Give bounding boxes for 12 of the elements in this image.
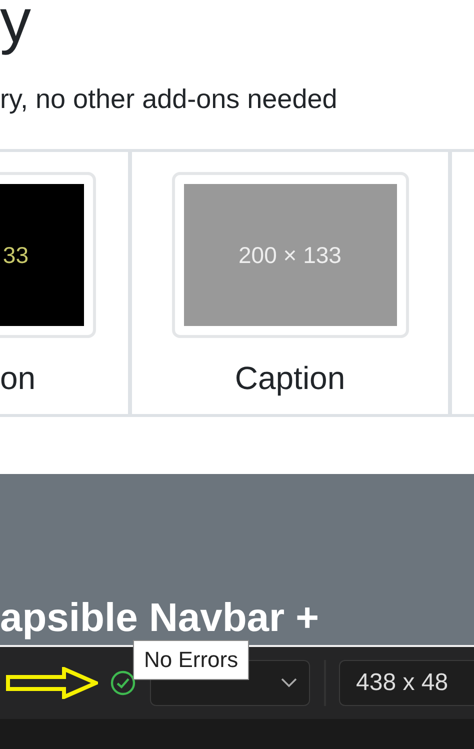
lead-text: ry, no other add-ons needed xyxy=(0,83,338,116)
caption: Caption xyxy=(234,360,346,397)
placeholder-label: 200 × 133 xyxy=(238,242,342,268)
caption: on xyxy=(0,360,36,397)
arrow-icon xyxy=(6,667,98,699)
page-heading: y xyxy=(0,0,31,58)
size-field[interactable]: 438 x 48 xyxy=(339,660,474,706)
chevron-down-icon xyxy=(281,678,297,688)
jumbotron-heading: apsible Navbar + xyxy=(0,595,320,641)
check-circle-icon xyxy=(110,670,136,696)
placeholder-label: 33 xyxy=(2,242,28,268)
status-tooltip: No Errors xyxy=(133,640,250,680)
